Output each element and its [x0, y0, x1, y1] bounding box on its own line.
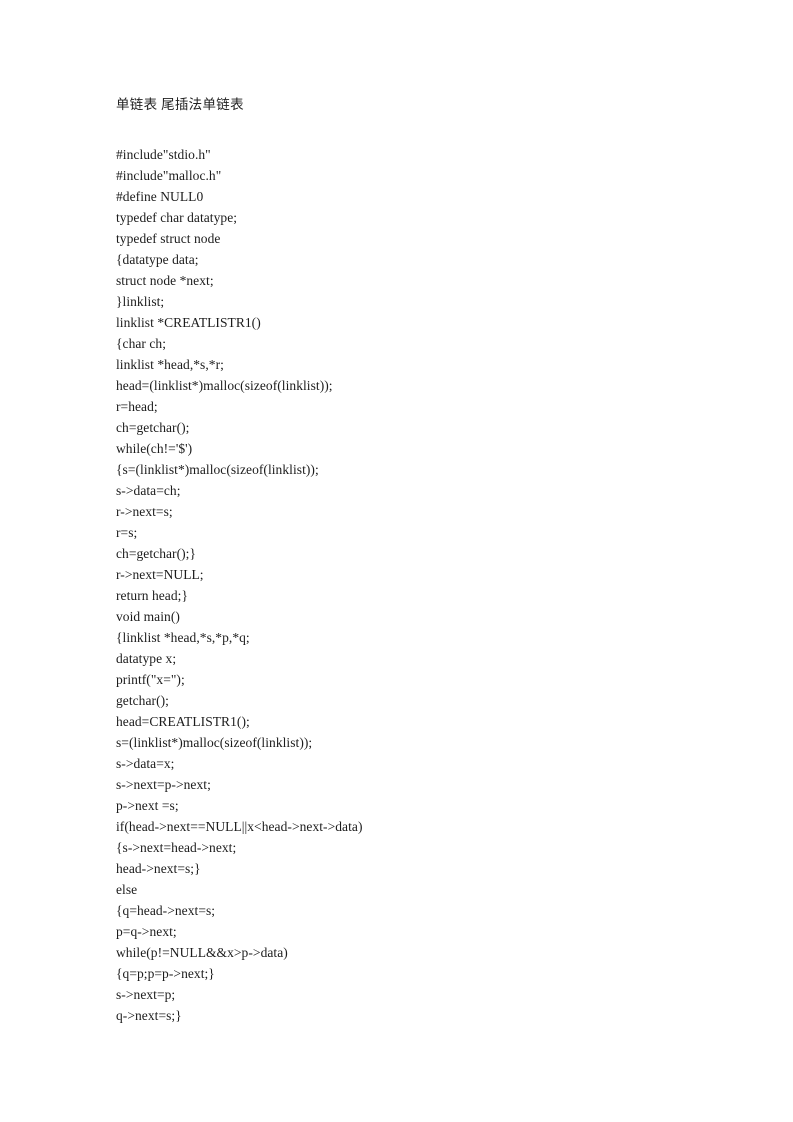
code-line: struct node *next;: [116, 273, 214, 288]
code-line: {q=p;p=p->next;}: [116, 966, 215, 981]
code-line: return head;}: [116, 588, 188, 603]
code-line: datatype x;: [116, 651, 177, 666]
code-line: typedef char datatype;: [116, 210, 238, 225]
code-line: if(head->next==NULL||x<head->next->data): [116, 819, 363, 834]
code-line: head=CREATLISTR1();: [116, 714, 250, 729]
code-line: {datatype data;: [116, 252, 199, 267]
code-line: r=s;: [116, 525, 138, 540]
code-line: else: [116, 882, 138, 897]
code-line: q->next=s;}: [116, 1008, 182, 1023]
code-line: while(p!=NULL&&x>p->data): [116, 945, 288, 960]
code-line: s=(linklist*)malloc(sizeof(linklist));: [116, 735, 313, 750]
code-listing: #include"stdio.h" #include"malloc.h" #defi…: [116, 144, 676, 1026]
title-spacer: [116, 115, 676, 144]
code-line: head=(linklist*)malloc(sizeof(linklist))…: [116, 378, 333, 393]
code-line: p->next =s;: [116, 798, 179, 813]
code-line: ch=getchar();}: [116, 546, 196, 561]
code-line: {char ch;: [116, 336, 167, 351]
document-content: 单链表 尾插法单链表 #include"stdio.h" #include"mal…: [116, 94, 676, 1026]
code-line: {linklist *head,*s,*p,*q;: [116, 630, 250, 645]
code-line: head->next=s;}: [116, 861, 201, 876]
code-line: {s->next=head->next;: [116, 840, 237, 855]
code-line: printf("x=");: [116, 672, 185, 687]
code-line: r=head;: [116, 399, 158, 414]
code-line: }linklist;: [116, 294, 165, 309]
code-line: s->data=ch;: [116, 483, 181, 498]
code-line: ch=getchar();: [116, 420, 190, 435]
code-line: #include"stdio.h": [116, 147, 211, 162]
code-line: s->next=p->next;: [116, 777, 211, 792]
page-title: 单链表 尾插法单链表: [116, 97, 244, 112]
document-page: 单链表 尾插法单链表 #include"stdio.h" #include"mal…: [0, 0, 793, 1122]
code-line: {q=head->next=s;: [116, 903, 216, 918]
code-line: void main(): [116, 609, 180, 624]
code-line: getchar();: [116, 693, 169, 708]
code-line: typedef struct node: [116, 231, 221, 246]
code-line: #define NULL0: [116, 189, 204, 204]
code-line: p=q->next;: [116, 924, 177, 939]
code-line: linklist *CREATLISTR1(): [116, 315, 261, 330]
code-line: s->data=x;: [116, 756, 175, 771]
code-line: r->next=NULL;: [116, 567, 204, 582]
code-line: while(ch!='$'): [116, 441, 193, 456]
code-line: s->next=p;: [116, 987, 176, 1002]
code-line: linklist *head,*s,*r;: [116, 357, 224, 372]
code-line: {s=(linklist*)malloc(sizeof(linklist));: [116, 462, 319, 477]
code-line: #include"malloc.h": [116, 168, 222, 183]
code-line: r->next=s;: [116, 504, 173, 519]
